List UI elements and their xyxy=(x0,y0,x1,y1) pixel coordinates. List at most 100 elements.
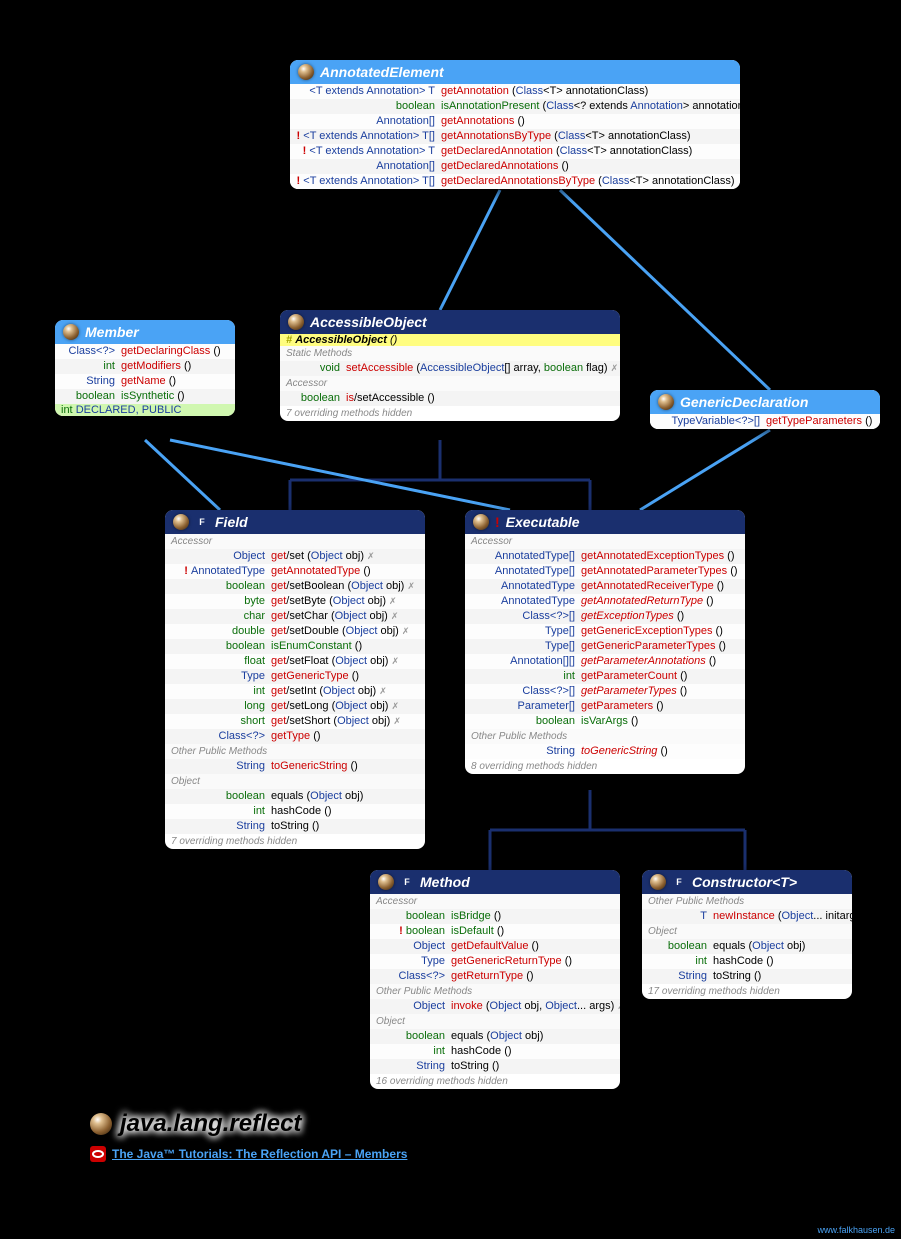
section-header: Static Methods xyxy=(280,346,620,361)
method-row: AnnotatedTypegetAnnotatedReceiverType () xyxy=(465,579,745,594)
section-header: Accessor xyxy=(370,894,620,909)
credit-link[interactable]: www.falkhausen.de xyxy=(817,1225,895,1235)
method-row: booleanequals (Object obj) xyxy=(165,789,425,804)
class-header: !Executable xyxy=(465,510,745,534)
icon-orb xyxy=(658,394,674,410)
method-row: byteget/setByte (Object obj) ✗ xyxy=(165,594,425,609)
hidden-methods-note: 7 overriding methods hidden xyxy=(165,834,425,849)
method-row: AnnotatedType[]getAnnotatedExceptionType… xyxy=(465,549,745,564)
method-row: ObjectgetDefaultValue () xyxy=(370,939,620,954)
package-title: java.lang.reflect xyxy=(90,1110,407,1138)
method-row: doubleget/setDouble (Object obj) ✗ xyxy=(165,624,425,639)
class-header: F Constructor<T> xyxy=(642,870,852,894)
class-title: Constructor<T> xyxy=(692,874,797,890)
icon-orb xyxy=(473,514,489,530)
method-row: inthashCode () xyxy=(370,1044,620,1059)
oracle-icon xyxy=(90,1146,106,1162)
class-box-constructor: F Constructor<T> Other Public MethodsTnew… xyxy=(642,870,852,999)
class-box-member: Member Class<?>getDeclaringClass ()intge… xyxy=(55,320,235,416)
section-header: Object xyxy=(370,1014,620,1029)
method-row: AnnotatedType[]getAnnotatedParameterType… xyxy=(465,564,745,579)
method-row: floatget/setFloat (Object obj) ✗ xyxy=(165,654,425,669)
icon-orb xyxy=(288,314,304,330)
class-box-method: FMethod AccessorbooleanisBridge ()! bool… xyxy=(370,870,620,1089)
method-row: booleanisSynthetic () xyxy=(55,389,235,404)
final-marker-icon: F xyxy=(672,875,686,889)
hidden-methods-note: 17 overriding methods hidden xyxy=(642,984,852,999)
final-marker-icon: F xyxy=(195,515,209,529)
final-marker-icon: F xyxy=(400,875,414,889)
class-title: AnnotatedElement xyxy=(320,64,444,80)
method-list: AccessorAnnotatedType[]getAnnotatedExcep… xyxy=(465,534,745,759)
method-row: Type[]getGenericParameterTypes () xyxy=(465,639,745,654)
class-title: GenericDeclaration xyxy=(680,394,808,410)
method-list: Other Public MethodsTnewInstance (Object… xyxy=(642,894,852,984)
section-header: Object xyxy=(642,924,852,939)
method-row: StringtoGenericString () xyxy=(465,744,745,759)
section-header: Accessor xyxy=(280,376,620,391)
method-row: booleanis/setAccessible () xyxy=(280,391,620,406)
method-row: Annotation[]getAnnotations () xyxy=(290,114,740,129)
class-box-annotated-element: AnnotatedElement <T extends Annotation> … xyxy=(290,60,740,189)
method-row: inthashCode () xyxy=(165,804,425,819)
method-row: booleanget/setBoolean (Object obj) ✗ xyxy=(165,579,425,594)
class-header: AccessibleObject xyxy=(280,310,620,334)
section-header: Other Public Methods xyxy=(642,894,852,909)
method-row: AnnotatedTypegetAnnotatedReturnType () xyxy=(465,594,745,609)
tutorial-link[interactable]: The Java™ Tutorials: The Reflection API … xyxy=(90,1146,407,1162)
icon-orb xyxy=(378,874,394,890)
icon-orb xyxy=(63,324,79,340)
package-name: java.lang.reflect xyxy=(120,1110,301,1138)
method-row: intgetParameterCount () xyxy=(465,669,745,684)
class-header: Member xyxy=(55,320,235,344)
icon-orb xyxy=(650,874,666,890)
method-row: Class<?>[]getParameterTypes () xyxy=(465,684,745,699)
class-box-field: F Field AccessorObjectget/set (Object obj… xyxy=(165,510,425,849)
icon-orb xyxy=(173,514,189,530)
class-title: AccessibleObject xyxy=(310,314,427,330)
method-row: StringtoString () xyxy=(165,819,425,834)
method-row: intget/setInt (Object obj) ✗ xyxy=(165,684,425,699)
hidden-methods-note: 7 overriding methods hidden xyxy=(280,406,620,421)
method-row: ! <T extends Annotation> T[]getDeclaredA… xyxy=(290,174,740,189)
method-row: Objectget/set (Object obj) ✗ xyxy=(165,549,425,564)
method-row: booleanisAnnotationPresent (Class<? exte… xyxy=(290,99,740,114)
method-row: ! <T extends Annotation> TgetDeclaredAnn… xyxy=(290,144,740,159)
class-title: Executable xyxy=(506,514,580,530)
method-row: TnewInstance (Object... initargs) ✗ xyxy=(642,909,852,924)
method-row: charget/setChar (Object obj) ✗ xyxy=(165,609,425,624)
method-row: Annotation[][]getParameterAnnotations () xyxy=(465,654,745,669)
method-row: Class<?>[]getExceptionTypes () xyxy=(465,609,745,624)
constructor-row: # AccessibleObject () xyxy=(280,334,620,346)
method-row: shortget/setShort (Object obj) ✗ xyxy=(165,714,425,729)
class-box-accessible-object: AccessibleObject # AccessibleObject () S… xyxy=(280,310,620,421)
section-header: Other Public Methods xyxy=(165,744,425,759)
method-list: Class<?>getDeclaringClass ()intgetModifi… xyxy=(55,344,235,404)
class-header: GenericDeclaration xyxy=(650,390,880,414)
class-title: Field xyxy=(215,514,248,530)
icon-orb xyxy=(90,1113,112,1135)
method-row: <T extends Annotation> TgetAnnotation (C… xyxy=(290,84,740,99)
class-header: AnnotatedElement xyxy=(290,60,740,84)
method-list: AccessorObjectget/set (Object obj) ✗! An… xyxy=(165,534,425,834)
method-row: booleanequals (Object obj) xyxy=(642,939,852,954)
method-row: longget/setLong (Object obj) ✗ xyxy=(165,699,425,714)
section-header: Object xyxy=(165,774,425,789)
method-list: <T extends Annotation> TgetAnnotation (C… xyxy=(290,84,740,189)
method-row: TypegetGenericType () xyxy=(165,669,425,684)
method-row: StringgetName () xyxy=(55,374,235,389)
method-list: Static MethodsvoidsetAccessible (Accessi… xyxy=(280,346,620,406)
method-row: Parameter[]getParameters () xyxy=(465,699,745,714)
method-row: Type[]getGenericExceptionTypes () xyxy=(465,624,745,639)
section-header: Accessor xyxy=(165,534,425,549)
method-row: inthashCode () xyxy=(642,954,852,969)
method-row: TypegetGenericReturnType () xyxy=(370,954,620,969)
method-row: voidsetAccessible (AccessibleObject[] ar… xyxy=(280,361,620,376)
method-row: StringtoString () xyxy=(642,969,852,984)
method-row: booleanisVarArgs () xyxy=(465,714,745,729)
section-header: Accessor xyxy=(465,534,745,549)
method-row: ! booleanisDefault () xyxy=(370,924,620,939)
class-box-generic-declaration: GenericDeclaration TypeVariable<?>[]getT… xyxy=(650,390,880,429)
method-row: booleanequals (Object obj) xyxy=(370,1029,620,1044)
method-row: Class<?>getReturnType () xyxy=(370,969,620,984)
